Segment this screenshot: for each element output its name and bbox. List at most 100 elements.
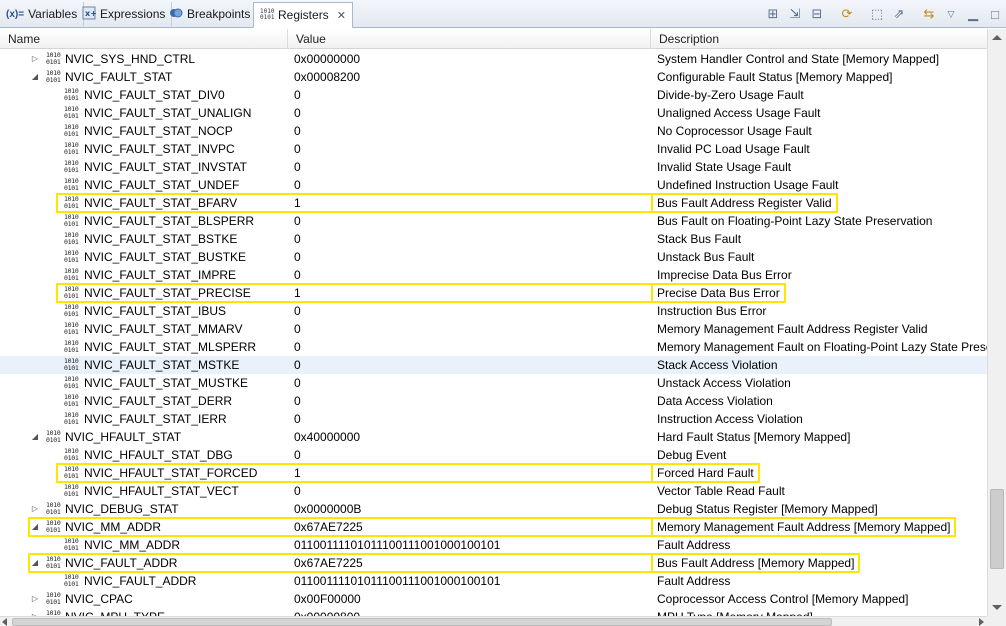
register-row[interactable]: 1010 0101 NVIC_FAULT_STAT_DERR 0 Data Access… — [0, 392, 987, 410]
register-row[interactable]: 1010 0101 NVIC_FAULT_STAT_UNDEF 0 Undefined … — [0, 176, 987, 194]
column-header-description[interactable]: Description — [651, 29, 987, 49]
tab-variables[interactable]: (x)= Variables — [0, 2, 85, 26]
register-row[interactable]: 1010 0101 NVIC_FAULT_STAT_BLSPERR 0 Bus Faul… — [0, 212, 987, 230]
register-value[interactable]: 0x0000000B — [294, 500, 649, 518]
new-register-group-icon[interactable]: ⊞ — [762, 4, 784, 24]
register-row[interactable]: 1010 0101 NVIC_FAULT_STAT_BSTKE 0 Stack Bus … — [0, 230, 987, 248]
close-icon[interactable]: ✕ — [337, 9, 346, 22]
collapse-twisty-icon[interactable]: ◢ — [30, 518, 40, 536]
register-value[interactable]: 01100111101011100111001000100101 — [294, 536, 649, 554]
register-row[interactable]: 1010 0101 NVIC_FAULT_STAT_PRECISE 1 Precise … — [0, 284, 987, 302]
register-value[interactable]: 0 — [294, 248, 649, 266]
register-value[interactable]: 1 — [294, 464, 649, 482]
register-value[interactable]: 0 — [294, 212, 649, 230]
register-row[interactable]: 1010 0101 NVIC_FAULT_STAT_NOCP 0 No Coproces… — [0, 122, 987, 140]
register-row[interactable]: 1010 0101 NVIC_HFAULT_STAT_DBG 0 Debug Event — [0, 446, 987, 464]
register-row[interactable]: 1010 0101 NVIC_FAULT_STAT_IBUS 0 Instruction… — [0, 302, 987, 320]
register-row[interactable]: 1010 0101 NVIC_FAULT_STAT_IERR 0 Instruction… — [0, 410, 987, 428]
register-row[interactable]: ◢ 1010 0101 NVIC_FAULT_STAT 0x00008200 Config… — [0, 68, 987, 86]
register-value[interactable]: 0 — [294, 482, 649, 500]
scroll-up-icon[interactable] — [992, 35, 1002, 40]
tab-registers[interactable]: 1010 0101 Registers ✕ — [253, 2, 353, 28]
register-value[interactable]: 0 — [294, 158, 649, 176]
register-row[interactable]: 1010 0101 NVIC_FAULT_STAT_IMPRE 0 Imprecise … — [0, 266, 987, 284]
register-value[interactable]: 0x00F00000 — [294, 590, 649, 608]
register-value[interactable]: 0x67AE7225 — [294, 554, 649, 572]
register-value[interactable]: 0x00000000 — [294, 50, 649, 68]
collapse-twisty-icon[interactable]: ◢ — [30, 554, 40, 572]
register-value[interactable]: 1 — [294, 194, 649, 212]
register-row[interactable]: 1010 0101 NVIC_FAULT_STAT_BUSTKE 0 Unstack B… — [0, 248, 987, 266]
register-value[interactable]: 0x00008200 — [294, 68, 649, 86]
vertical-scroll-thumb[interactable] — [990, 489, 1004, 569]
register-value[interactable]: 1 — [294, 284, 649, 302]
register-row[interactable]: ◢ 1010 0101 NVIC_HFAULT_STAT 0x40000000 Hard … — [0, 428, 987, 446]
register-row[interactable]: ◢ 1010 0101 NVIC_MM_ADDR 0x67AE7225 Memory Ma… — [0, 518, 987, 536]
register-row[interactable]: 1010 0101 NVIC_FAULT_STAT_MLSPERR 0 Memory M… — [0, 338, 987, 356]
register-row[interactable]: 1010 0101 NVIC_FAULT_ADDR 01100111101011100… — [0, 572, 987, 590]
register-row[interactable]: 1010 0101 NVIC_HFAULT_STAT_VECT 0 Vector Tab… — [0, 482, 987, 500]
register-row[interactable]: 1010 0101 NVIC_FAULT_STAT_UNALIGN 0 Unaligne… — [0, 104, 987, 122]
register-row[interactable]: 1010 0101 NVIC_FAULT_STAT_MMARV 0 Memory Man… — [0, 320, 987, 338]
register-row[interactable]: 1010 0101 NVIC_FAULT_STAT_BFARV 1 Bus Fault … — [0, 194, 987, 212]
register-value[interactable]: 0x00000800 — [294, 608, 649, 616]
tab-expressions[interactable]: x+ Expressions — [76, 2, 173, 26]
expand-all-icon[interactable]: ⇲ — [784, 4, 806, 24]
maximize-icon[interactable]: □ — [984, 4, 1006, 24]
register-row[interactable]: 1010 0101 NVIC_FAULT_STAT_MSTKE 0 Stack Acce… — [0, 356, 987, 374]
register-row[interactable]: 1010 0101 NVIC_FAULT_STAT_MUSTKE 0 Unstack A… — [0, 374, 987, 392]
expand-twisty-icon[interactable]: ▷ — [30, 500, 40, 518]
register-row[interactable]: 1010 0101 NVIC_FAULT_STAT_INVSTAT 0 Invalid … — [0, 158, 987, 176]
register-value[interactable]: 0 — [294, 104, 649, 122]
register-value[interactable]: 01100111101011100111001000100101 — [294, 572, 649, 590]
register-row[interactable]: 1010 0101 NVIC_FAULT_STAT_DIV0 0 Divide-by-Z… — [0, 86, 987, 104]
scroll-left-icon[interactable] — [2, 618, 7, 626]
collapse-twisty-icon[interactable]: ◢ — [30, 68, 40, 86]
refresh-icon[interactable]: ⟳ — [836, 4, 858, 24]
register-icon: 10100101 — [64, 87, 79, 102]
register-value[interactable]: 0 — [294, 86, 649, 104]
horizontal-scrollbar[interactable] — [0, 616, 987, 626]
register-row[interactable]: ◢ 1010 0101 NVIC_FAULT_ADDR 0x67AE7225 Bus Fa… — [0, 554, 987, 572]
register-value[interactable]: 0x67AE7225 — [294, 518, 649, 536]
register-row[interactable]: 1010 0101 NVIC_FAULT_STAT_INVPC 0 Invalid PC… — [0, 140, 987, 158]
register-value[interactable]: 0 — [294, 338, 649, 356]
register-value[interactable]: 0 — [294, 374, 649, 392]
minimize-icon[interactable]: ▁ — [962, 4, 984, 24]
column-header-name[interactable]: Name — [0, 29, 288, 49]
register-description: Memory Management Fault Address Register… — [657, 322, 928, 336]
register-value[interactable]: 0 — [294, 320, 649, 338]
tab-breakpoints[interactable]: Breakpoints — [163, 2, 258, 26]
expand-twisty-icon[interactable]: ▷ — [30, 50, 40, 68]
register-value[interactable]: 0 — [294, 356, 649, 374]
register-row[interactable]: 1010 0101 NVIC_MM_ADDR 01100111101011100111… — [0, 536, 987, 554]
register-row[interactable]: ▷ 1010 0101 NVIC_DEBUG_STAT 0x0000000B Debug … — [0, 500, 987, 518]
scroll-down-icon[interactable] — [992, 605, 1002, 610]
register-value[interactable]: 0 — [294, 176, 649, 194]
collapse-twisty-icon[interactable]: ◢ — [30, 428, 40, 446]
register-value[interactable]: 0 — [294, 302, 649, 320]
register-value[interactable]: 0 — [294, 392, 649, 410]
register-row[interactable]: ▷ 1010 0101 NVIC_CPAC 0x00F00000 Coprocessor … — [0, 590, 987, 608]
register-value[interactable]: 0 — [294, 140, 649, 158]
register-value[interactable]: 0 — [294, 230, 649, 248]
horizontal-scroll-thumb[interactable] — [12, 618, 832, 626]
column-header-value[interactable]: Value — [288, 29, 651, 49]
collapse-all-icon[interactable]: ⊟ — [806, 4, 828, 24]
expand-twisty-icon[interactable]: ▷ — [30, 590, 40, 608]
export-icon[interactable]: ⇗ — [888, 4, 910, 24]
expand-twisty-icon[interactable]: ▷ — [30, 608, 40, 616]
register-row[interactable]: 1010 0101 NVIC_HFAULT_STAT_FORCED 1 Forced H… — [0, 464, 987, 482]
register-value[interactable]: 0 — [294, 266, 649, 284]
register-value[interactable]: 0x40000000 — [294, 428, 649, 446]
link-icon[interactable]: ⇆ — [918, 4, 940, 24]
register-value[interactable]: 0 — [294, 446, 649, 464]
vertical-scrollbar[interactable] — [987, 29, 1006, 616]
register-value[interactable]: 0 — [294, 410, 649, 428]
scroll-right-icon[interactable] — [979, 618, 984, 626]
new-view-icon[interactable]: ⬚ — [866, 4, 888, 24]
view-menu-icon[interactable]: ▽ — [940, 4, 962, 24]
register-row[interactable]: ▷ 1010 0101 NVIC_SYS_HND_CTRL 0x00000000 Syst… — [0, 50, 987, 68]
register-row[interactable]: ▷10100101NVIC_MPU_TYPE 0x00000800 MPU Type… — [0, 608, 987, 616]
register-value[interactable]: 0 — [294, 122, 649, 140]
